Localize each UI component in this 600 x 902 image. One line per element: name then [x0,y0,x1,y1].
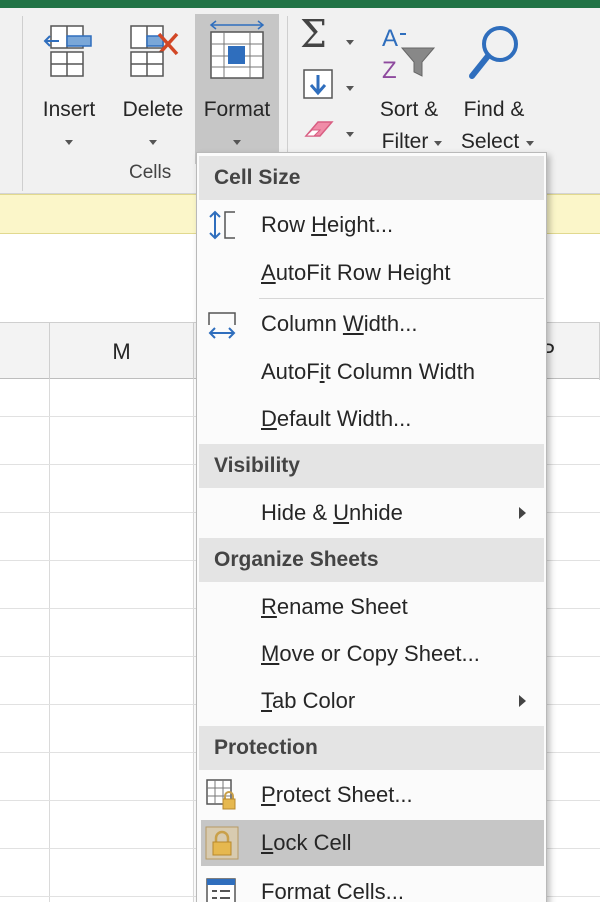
chevron-down-icon [346,132,354,137]
chevron-down-icon [65,140,73,145]
menu-header-cell-size: Cell Size [199,156,544,200]
insert-cells-icon [43,25,92,77]
menu-header-visibility: Visibility [199,444,544,488]
protect-sheet-item[interactable]: Protect Sheet... [197,772,546,818]
insert-label: Insert [42,98,96,121]
menu-header-protection: Protection [199,726,544,770]
delete-cells-icon [130,25,179,77]
sort-filter-label-2: Filter [381,130,429,153]
menu-separator [259,298,544,299]
column-width-icon [208,312,236,339]
move-copy-sheet-item[interactable]: Move or Copy Sheet... [197,631,546,677]
row-height-icon [209,210,235,240]
chevron-down-icon [149,140,157,145]
magnifier-icon [469,26,518,79]
svg-text:Z: Z [382,57,397,84]
row-height-item[interactable]: Row Height... [197,202,546,248]
ribbon-separator [22,16,23,191]
chevron-down-icon [346,40,354,45]
insert-cells-button[interactable]: Insert [32,14,106,164]
fill-button[interactable] [298,66,360,106]
chevron-down-icon [233,140,241,145]
chevron-right-icon [519,695,526,707]
delete-cells-button[interactable]: Delete [114,14,192,164]
lock-cell-item[interactable]: Lock Cell [201,820,544,866]
delete-label: Delete [122,98,184,121]
chevron-down-icon [346,86,354,91]
find-select-button[interactable]: Find & Select [452,14,536,164]
autofit-column-width-item[interactable]: AutoFit Column Width [197,349,546,395]
eraser-icon [304,121,334,137]
column-header-m[interactable]: M [50,323,194,380]
format-dropdown-menu: Cell Size Row Height... AutoFit Row Heig… [196,152,547,902]
format-cells-dialog-icon [206,878,236,902]
rename-sheet-item[interactable]: Rename Sheet [197,584,546,630]
svg-text:A: A [382,25,398,52]
title-bar-strip [0,0,600,8]
find-select-label-1: Find & [463,98,525,121]
protect-sheet-icon [206,779,236,810]
chevron-down-icon [434,141,442,146]
sort-az-icon: A Z [382,25,436,84]
tab-color-item[interactable]: Tab Color [197,678,546,724]
autosum-button[interactable]: Σ [298,12,360,58]
default-width-item[interactable]: Default Width... [197,396,546,442]
chevron-right-icon [519,507,526,519]
sort-filter-button[interactable]: A Z Sort & Filter [370,14,448,164]
find-select-label-2: Select [460,130,520,153]
column-width-item[interactable]: Column Width... [197,301,546,347]
menu-header-organize-sheets: Organize Sheets [199,538,544,582]
padlock-icon [205,826,239,860]
format-button[interactable]: Format [195,14,279,164]
hide-unhide-item[interactable]: Hide & Unhide [197,490,546,536]
cells-group-label: Cells [129,162,172,183]
grid-line [49,379,50,902]
fill-down-icon [303,69,333,99]
format-cells-item[interactable]: Format Cells... [197,869,546,902]
grid-line [193,379,194,902]
format-label: Format [203,98,271,121]
column-header-blank[interactable] [0,323,50,380]
autofit-row-height-item[interactable]: AutoFit Row Height [197,250,546,296]
format-cells-icon [209,20,265,79]
chevron-down-icon [526,141,534,146]
sort-filter-label-1: Sort & [379,98,439,121]
clear-button[interactable] [298,112,360,152]
sigma-icon: Σ [300,12,327,56]
